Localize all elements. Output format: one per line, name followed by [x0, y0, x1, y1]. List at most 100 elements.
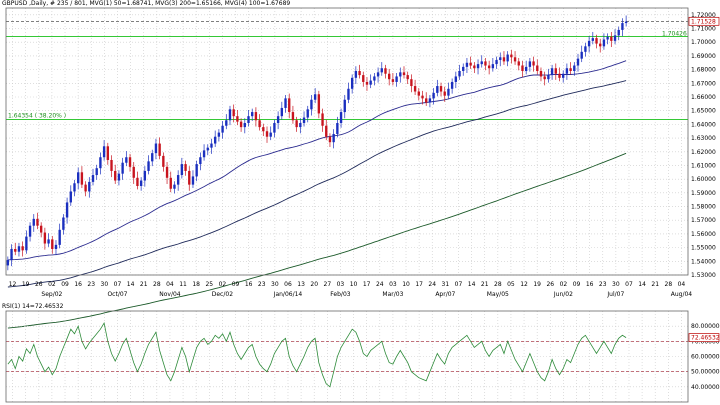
candle-body	[573, 65, 576, 71]
candle	[17, 242, 21, 257]
candle-body	[354, 70, 358, 78]
candle-body	[269, 132, 272, 137]
rsi-y-tick-label: 80.00000	[691, 323, 720, 330]
candle-body	[506, 54, 509, 62]
x-tick-label-month: Jan/06/14	[273, 291, 303, 298]
candle	[473, 62, 476, 74]
candle-body	[610, 36, 613, 41]
x-tick-label-day: 21	[481, 281, 489, 288]
x-tick-label-day: 16	[245, 281, 253, 288]
candle-body	[395, 76, 398, 82]
candle	[576, 53, 580, 72]
candle-body	[288, 98, 291, 113]
candle-body	[276, 116, 280, 124]
candle	[402, 66, 406, 79]
candle-body	[402, 72, 406, 76]
candle	[14, 242, 17, 256]
x-tick-label-day: 26	[35, 281, 43, 288]
candle	[65, 197, 69, 224]
candle	[350, 74, 354, 94]
price-y-tick-label: 1.55000	[691, 245, 716, 252]
candle	[199, 152, 202, 171]
x-tick-label-day: 09	[61, 281, 69, 288]
candle-body	[447, 88, 450, 96]
candle-body	[550, 68, 554, 76]
x-tick-label-month: Mar/03	[382, 291, 403, 298]
rsi-grid	[6, 311, 688, 402]
candle	[173, 181, 176, 194]
candle-body	[562, 73, 565, 78]
candle	[258, 114, 261, 131]
candle-body	[158, 143, 161, 156]
candle-body	[165, 166, 169, 178]
price-y-tick-label: 1.54000	[691, 258, 716, 265]
candle	[380, 62, 383, 76]
candle	[584, 42, 587, 57]
candle	[550, 64, 554, 80]
candle-body	[528, 61, 532, 67]
candle	[395, 73, 398, 87]
candle-body	[502, 57, 506, 62]
candle-body	[539, 70, 543, 77]
candle	[36, 212, 39, 230]
candle-body	[247, 116, 250, 124]
candle-body	[369, 80, 372, 85]
candle-body	[325, 125, 328, 137]
candle-body	[313, 94, 317, 100]
candle-body	[202, 150, 206, 158]
candle-body	[102, 146, 106, 158]
price-y-axis: 1.53000 1.54000 1.55000 1.56000 1.57000 1.580…	[688, 12, 720, 279]
price-y-tick-label: 1.56000	[691, 231, 716, 238]
x-tick-label-month: Jul/07	[606, 291, 624, 298]
price-y-tick-label: 1.70000	[691, 39, 716, 46]
candle	[447, 82, 450, 100]
candle-body	[191, 176, 195, 185]
candle-body	[565, 68, 569, 74]
candle	[358, 64, 361, 79]
candle-body	[114, 170, 117, 181]
candle	[110, 155, 113, 178]
candle-body	[421, 95, 424, 99]
candle	[28, 222, 32, 242]
candle	[599, 38, 602, 53]
candle	[310, 94, 313, 116]
x-tick-label-day: 09	[232, 281, 240, 288]
candle-body	[84, 184, 87, 192]
price-y-tick-label: 1.65000	[691, 108, 716, 115]
candle-body	[473, 65, 476, 69]
candle	[569, 62, 572, 75]
candle-body	[347, 88, 350, 100]
candle	[425, 92, 428, 106]
candles	[6, 15, 628, 271]
candle-body	[584, 46, 587, 52]
candle-body	[176, 175, 180, 185]
fib-label: 1.64354 ( 38.20% )	[8, 113, 66, 120]
candle-body	[476, 64, 480, 69]
candle-body	[491, 64, 495, 69]
candle-body	[273, 123, 276, 133]
candle	[169, 171, 172, 193]
candle	[562, 70, 565, 83]
candle-body	[517, 61, 520, 66]
candle	[180, 157, 184, 179]
candle	[247, 110, 250, 127]
candle	[517, 57, 520, 71]
candle	[487, 60, 491, 75]
candle-body	[425, 98, 428, 103]
x-tick-label-day: 09	[573, 281, 581, 288]
candle	[413, 79, 417, 95]
candle-body	[65, 202, 69, 218]
candle-body	[343, 99, 346, 113]
candle-body	[310, 99, 313, 110]
x-tick-label-day: 30	[271, 281, 279, 288]
candle-body	[380, 68, 383, 73]
price-y-tick-label: 1.69000	[691, 53, 716, 60]
candle-body	[21, 246, 24, 251]
candle-body	[243, 123, 246, 128]
price-y-tick-label: 1.66000	[691, 94, 716, 101]
candle-body	[554, 68, 557, 74]
candle-body	[213, 136, 217, 144]
x-tick-label-month: Oct/07	[107, 291, 127, 298]
candle	[454, 71, 458, 89]
candle	[6, 256, 10, 271]
